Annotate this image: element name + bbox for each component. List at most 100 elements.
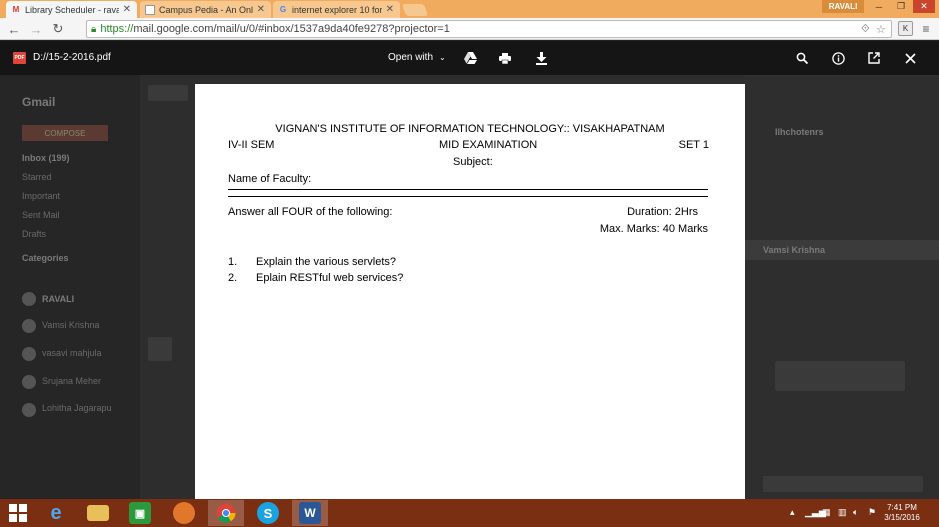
tab-campus-pedia[interactable]: Campus Pedia - An Online ✕ bbox=[140, 1, 271, 18]
reload-icon[interactable]: ↻ bbox=[50, 21, 66, 37]
gmail-brand: Gmail bbox=[22, 95, 56, 109]
word-icon[interactable]: W bbox=[292, 500, 328, 526]
volume-icon[interactable]: 🔈︎ bbox=[853, 507, 858, 518]
folder-sent[interactable]: Sent Mail bbox=[22, 210, 60, 220]
flag-icon[interactable]: ⚑ bbox=[868, 507, 876, 518]
extension-button[interactable]: K bbox=[898, 21, 913, 36]
chrome-icon[interactable] bbox=[208, 500, 244, 526]
toolbar-placeholder bbox=[148, 85, 188, 101]
tray-chevron-icon[interactable]: ▴ bbox=[790, 507, 795, 518]
windows-start-icon[interactable] bbox=[0, 500, 36, 526]
download-icon[interactable] bbox=[533, 50, 549, 66]
restore-icon[interactable]: ❐ bbox=[890, 0, 912, 13]
folder-starred[interactable]: Starred bbox=[22, 172, 52, 182]
question-text: Explain the various servlets? bbox=[256, 256, 397, 268]
open-external-icon[interactable] bbox=[866, 50, 882, 66]
pdf-file-icon: PDF bbox=[13, 52, 26, 64]
open-with-button[interactable]: Open with ⌄ bbox=[388, 52, 446, 63]
open-with-label: Open with bbox=[388, 52, 434, 63]
avatar bbox=[22, 292, 36, 306]
folder-inbox[interactable]: Inbox (199) bbox=[22, 153, 70, 163]
info-icon[interactable] bbox=[830, 50, 846, 66]
chevron-down-icon: ⌄ bbox=[439, 53, 446, 62]
forward-icon[interactable]: → bbox=[28, 21, 44, 37]
tab-title: Campus Pedia - An Online bbox=[159, 4, 253, 15]
clock-date: 3/15/2016 bbox=[884, 513, 920, 522]
pdf-viewer-header: PDF D://15-2-2016.pdf Open with ⌄ bbox=[0, 41, 939, 75]
file-explorer-icon[interactable] bbox=[80, 500, 116, 526]
firefox-icon[interactable] bbox=[166, 500, 202, 526]
lock-icon: 🔒︎ bbox=[91, 23, 97, 35]
url-path: mail.google.com/mail/u/0/#inbox/1537a9da… bbox=[133, 23, 450, 35]
contact-name[interactable]: vasavi mahjula bbox=[42, 348, 102, 358]
internet-explorer-icon[interactable]: e bbox=[38, 500, 74, 526]
avatar bbox=[22, 403, 36, 417]
pdf-file-name: D://15-2-2016.pdf bbox=[33, 52, 111, 63]
close-icon[interactable]: ✕ bbox=[386, 4, 394, 15]
store-icon[interactable]: ▣ bbox=[122, 500, 158, 526]
duration-text: Duration: 2Hrs bbox=[627, 206, 698, 218]
avatar bbox=[22, 347, 36, 361]
address-bar[interactable]: 🔒︎ https://mail.google.com/mail/u/0/#inb… bbox=[86, 20, 892, 38]
contact-name[interactable]: RAVALI bbox=[42, 294, 74, 304]
menu-icon[interactable]: ≡ bbox=[919, 21, 933, 36]
contact-name[interactable]: Vamsi Krishna bbox=[42, 320, 99, 330]
panel-side-title: Ilhchotenrs bbox=[775, 127, 824, 137]
action-center-icon[interactable]: ▦ bbox=[822, 507, 831, 518]
new-tab-button[interactable] bbox=[401, 4, 429, 16]
folder-drafts[interactable]: Drafts bbox=[22, 229, 46, 239]
zoom-icon[interactable] bbox=[794, 50, 810, 66]
faculty-label: Name of Faculty: bbox=[228, 173, 312, 185]
contact-name[interactable]: Srujana Meher bbox=[42, 376, 101, 386]
browser-tab-strip: M Library Scheduler - ravali.5 ✕ Campus … bbox=[0, 0, 939, 18]
windows-taskbar: e ▣ S W ▴ ▁▃▅ ▦ ▥ 🔈︎ ⚑ 7:41 PM 3/15/2016 bbox=[0, 499, 939, 527]
drive-icon[interactable] bbox=[462, 50, 478, 66]
gmail-sidebar: Gmail COMPOSE Inbox (199) Starred Import… bbox=[0, 41, 140, 499]
folder-important[interactable]: Important bbox=[22, 191, 60, 201]
tray-app-icon[interactable]: ▥ bbox=[838, 507, 847, 518]
subject-label: Subject: bbox=[453, 156, 493, 168]
window-close-icon[interactable]: ✕ bbox=[913, 0, 935, 13]
avatar bbox=[148, 337, 172, 361]
minimize-icon[interactable]: ─ bbox=[868, 0, 890, 13]
instruction-text: Answer all FOUR of the following: bbox=[228, 206, 393, 218]
contact-name[interactable]: Lohitha Jagarapu bbox=[42, 403, 112, 413]
tab-library-scheduler[interactable]: M Library Scheduler - ravali.5 ✕ bbox=[6, 1, 137, 18]
chat-message bbox=[775, 361, 905, 391]
double-rule-divider bbox=[228, 189, 708, 197]
folder-categories[interactable]: Categories bbox=[22, 253, 69, 263]
semester-label: IV-II SEM bbox=[228, 139, 275, 151]
cast-icon[interactable]: ⟐ bbox=[861, 23, 870, 36]
close-icon[interactable] bbox=[902, 50, 918, 66]
institute-title: VIGNAN'S INSTITUTE OF INFORMATION TECHNO… bbox=[275, 123, 665, 135]
print-icon[interactable] bbox=[497, 50, 513, 66]
system-clock[interactable]: 7:41 PM 3/15/2016 bbox=[884, 503, 920, 523]
pdf-page: VIGNAN'S INSTITUTE OF INFORMATION TECHNO… bbox=[195, 84, 745, 499]
browser-toolbar: ← → ↻ 🔒︎ https://mail.google.com/mail/u/… bbox=[0, 18, 939, 40]
max-marks-text: Max. Marks: 40 Marks bbox=[599, 223, 708, 235]
compose-button[interactable]: COMPOSE bbox=[22, 125, 108, 141]
tab-title: Library Scheduler - ravali.5 bbox=[25, 4, 119, 15]
page-icon bbox=[145, 4, 155, 15]
close-icon[interactable]: ✕ bbox=[257, 4, 265, 15]
tab-internet-explorer[interactable]: G internet explorer 10 for wi ✕ bbox=[273, 1, 400, 18]
gmail-chat-panel: Ilhchotenrs Vamsi Krishna bbox=[745, 41, 939, 499]
avatar bbox=[22, 375, 36, 389]
question-number: 2. bbox=[228, 272, 238, 284]
bookmark-star-icon[interactable]: ☆ bbox=[876, 23, 886, 36]
url-scheme: https:// bbox=[100, 23, 134, 35]
clock-time: 7:41 PM bbox=[887, 503, 917, 512]
question-number: 1. bbox=[228, 256, 238, 268]
tab-title: internet explorer 10 for wi bbox=[292, 4, 382, 15]
gmail-icon: M bbox=[12, 5, 20, 14]
exam-title: MID EXAMINATION bbox=[439, 139, 538, 151]
profile-button[interactable]: RAVALI bbox=[822, 0, 864, 13]
google-icon: G bbox=[279, 5, 287, 14]
avatar bbox=[22, 319, 36, 333]
skype-icon[interactable]: S bbox=[250, 500, 286, 526]
set-label: SET 1 bbox=[678, 139, 709, 151]
chat-input bbox=[763, 476, 923, 492]
close-icon[interactable]: ✕ bbox=[123, 4, 131, 15]
back-icon[interactable]: ← bbox=[6, 21, 22, 37]
question-text: Eplain RESTful web services? bbox=[256, 272, 404, 284]
